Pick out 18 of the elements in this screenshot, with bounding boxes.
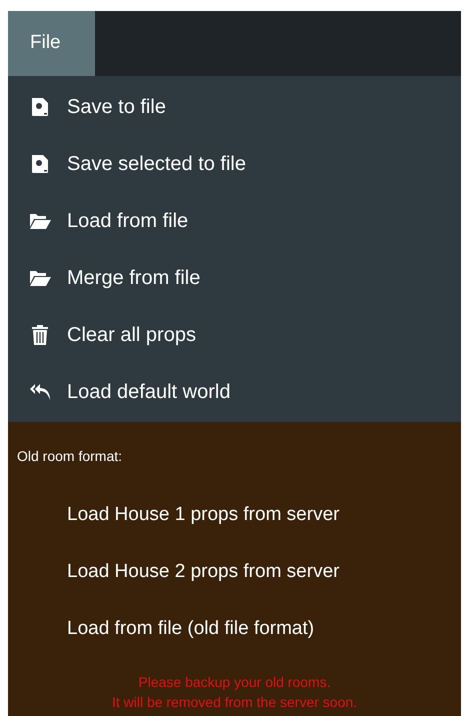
- folder-icon: [29, 268, 51, 286]
- menu-item[interactable]: Save to file: [8, 78, 461, 135]
- reply-all-icon: [29, 382, 51, 400]
- menu-item[interactable]: Load from file: [8, 192, 461, 249]
- save-icon: [30, 154, 50, 174]
- folder-icon: [29, 212, 51, 230]
- warning-text: Please backup your old rooms. It will be removed from the server soon.: [112, 673, 358, 712]
- menu-item[interactable]: Merge from file: [8, 249, 461, 306]
- menu-item[interactable]: Load House 1 props from server: [8, 487, 461, 544]
- menu-item[interactable]: Save selected to file: [8, 135, 461, 192]
- menu-item[interactable]: Load House 2 props from server: [8, 544, 461, 601]
- menu-tab[interactable]: File: [8, 11, 95, 76]
- trash-icon: [31, 324, 49, 346]
- section-heading: Old room format:: [16, 447, 122, 466]
- save-icon: [30, 96, 50, 116]
- menu-item[interactable]: Clear all props: [8, 306, 461, 363]
- menu-item[interactable]: Load default world: [8, 363, 461, 420]
- menu-item[interactable]: Load from file (old file format): [8, 601, 461, 658]
